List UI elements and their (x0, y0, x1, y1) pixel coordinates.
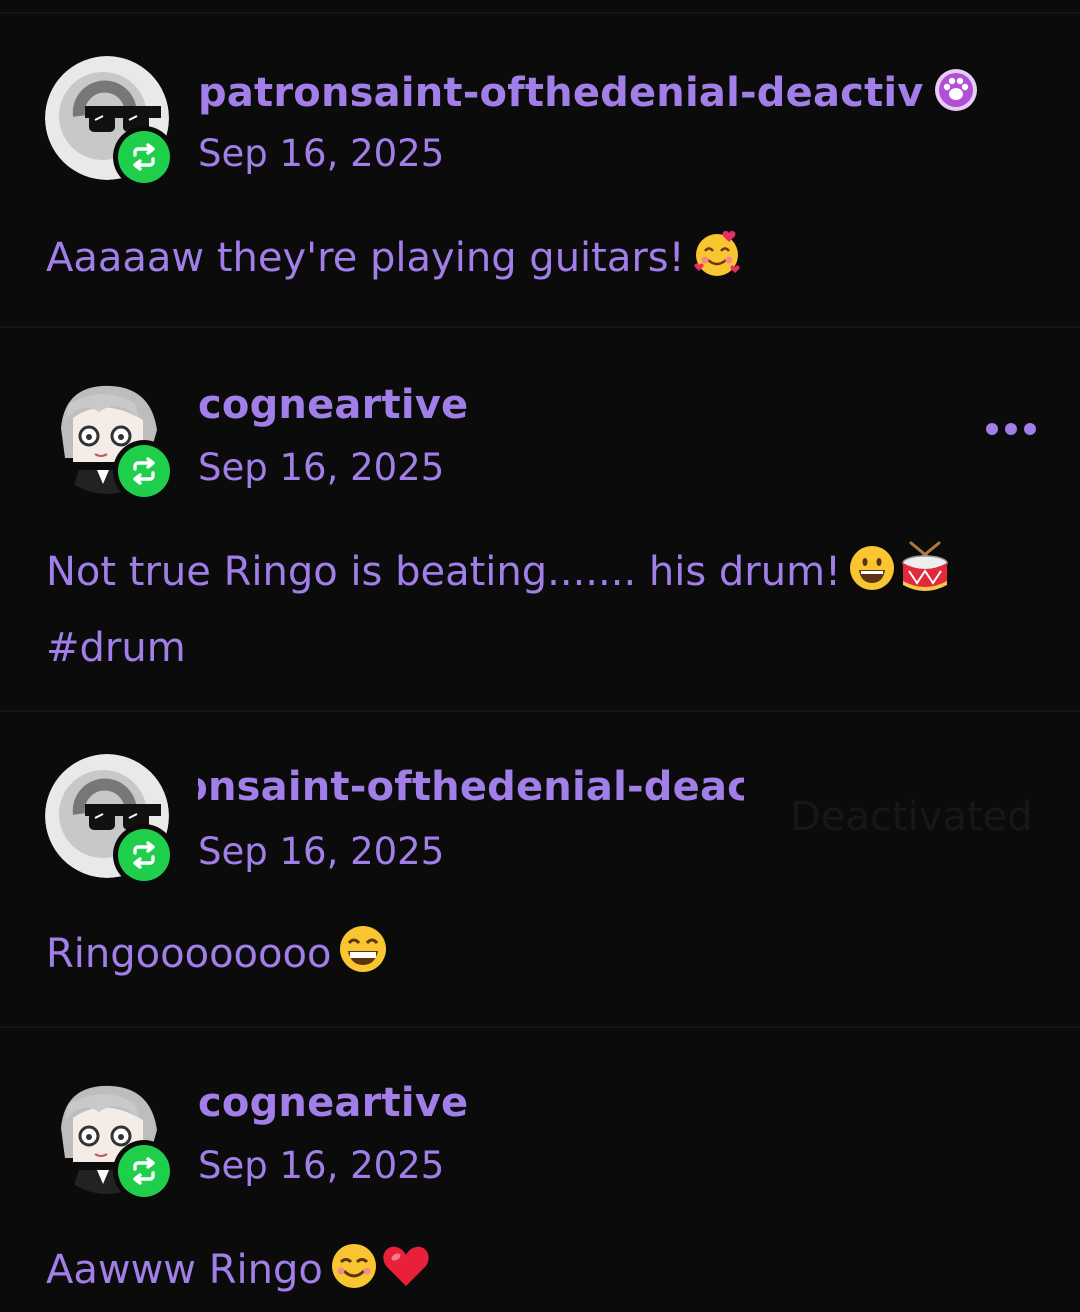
username-text[interactable]: patronsaint-ofthedenial-deactiv (198, 764, 744, 810)
avatar-wrap[interactable] (45, 754, 175, 886)
comment-item: cogneartive Sep 16, 2025 Not true Ringo … (0, 326, 1080, 712)
username[interactable]: cogneartive (198, 1080, 468, 1126)
deactivated-label: Deactivated (790, 794, 1033, 840)
reblog-icon (113, 126, 175, 188)
comment-item: patronsaint-ofthedenial-deactiv Sep 16, … (0, 12, 1080, 328)
beaming-face-icon (337, 923, 389, 996)
comment-body: Aawww Ringo (46, 1236, 431, 1312)
comment-date: Sep 16, 2025 (198, 446, 445, 489)
red-heart-icon (381, 1241, 431, 1312)
username[interactable]: cogneartive (198, 382, 468, 428)
smiling-face-with-hearts-icon (691, 227, 743, 300)
comment-body: Ringoooooooo (46, 920, 389, 996)
comment-date: Sep 16, 2025 (198, 132, 445, 175)
comment-body: Not true Ringo is beating....... his dru… (46, 538, 951, 682)
hashtag-drum[interactable]: #drum (46, 625, 186, 671)
comment-body: Aaaaaw they're playing guitars! (46, 224, 743, 300)
paw-badge-icon (934, 68, 978, 122)
comment-item: Sep 16, 2025 Ringoooooooo (0, 710, 1080, 1028)
reblog-icon (113, 1140, 175, 1202)
comment-text: Ringoooooooo (46, 931, 332, 977)
drum-icon (899, 541, 951, 614)
avatar-wrap[interactable] (45, 56, 175, 188)
comment-text-line1: Not true Ringo is beating....... his dru… (46, 549, 842, 595)
grinning-face-icon (847, 543, 897, 614)
username[interactable]: patronsaint-ofthedenial-deactiv (198, 762, 744, 816)
reblog-icon (113, 440, 175, 502)
comment-text: Aaaaaw they're playing guitars! (46, 235, 685, 281)
username-clipped[interactable]: patronsaint-ofthedenial-deactiv (198, 762, 744, 818)
username-text[interactable]: patronsaint-ofthedenial-deactiv (198, 70, 924, 116)
comment-date: Sep 16, 2025 (198, 1144, 445, 1187)
dot-icon (1024, 423, 1036, 435)
avatar-wrap[interactable] (45, 1070, 175, 1202)
comment-date: Sep 16, 2025 (198, 830, 445, 873)
username[interactable]: patronsaint-ofthedenial-deactiv (198, 68, 978, 122)
dot-icon (986, 423, 998, 435)
reblog-icon (113, 824, 175, 886)
comment-item: cogneartive Sep 16, 2025 Aawww Ringo (0, 1026, 1080, 1308)
avatar-wrap[interactable] (45, 370, 175, 502)
comment-text: Aawww Ringo (46, 1247, 323, 1293)
dot-icon (1005, 423, 1017, 435)
smiling-face-icon (329, 1241, 379, 1312)
more-options-button[interactable] (986, 418, 1036, 440)
